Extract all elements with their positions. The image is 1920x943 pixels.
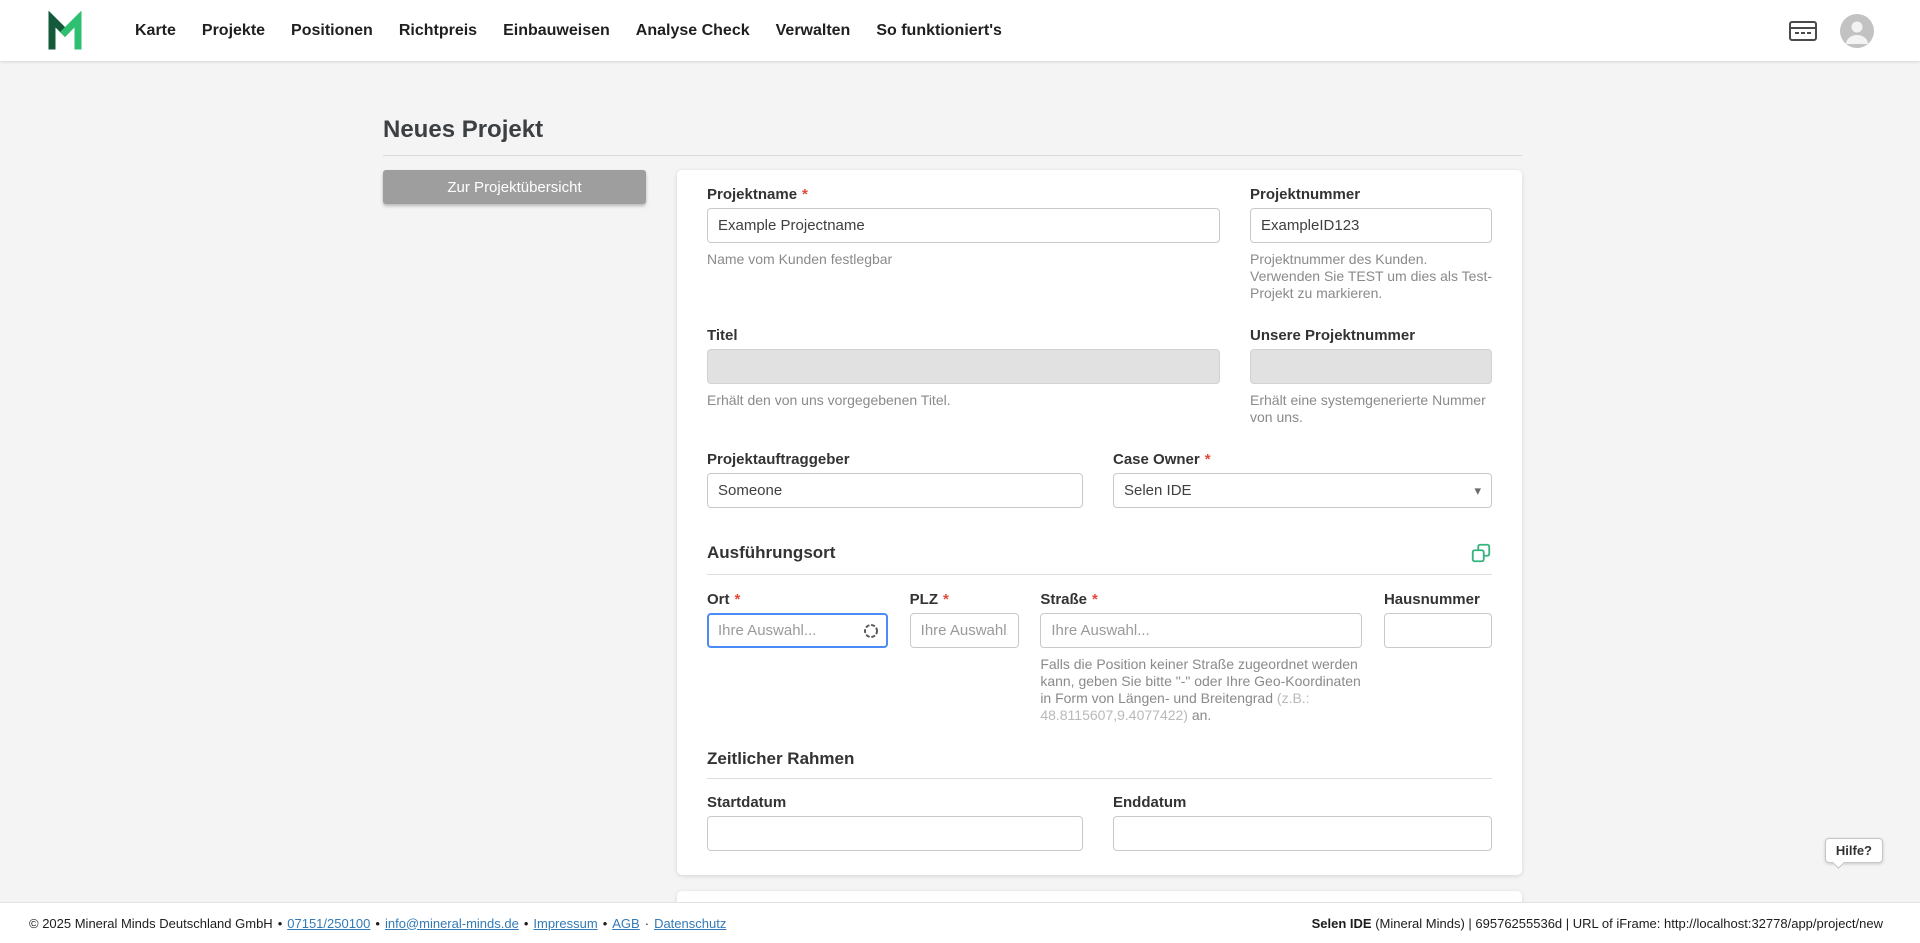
projektnummer-hint: Projektnummer des Kunden. Verwenden Sie …: [1250, 251, 1493, 301]
phone-link[interactable]: 07151/250100: [287, 916, 370, 931]
nav-item-richtpreis[interactable]: Richtpreis: [399, 22, 477, 40]
footer: © 2025 Mineral Minds Deutschland GmbH • 07…: [0, 902, 1920, 943]
titel-input: [707, 349, 1220, 384]
loading-spinner-icon: [864, 623, 878, 638]
next-card-peek: [677, 891, 1522, 902]
unsere-projektnummer-hint: Erhält eine systemgenerierte Nummer von …: [1250, 392, 1486, 425]
projektname-field: Projektname* Name vom Kunden festlegbar: [707, 186, 1220, 268]
required-asterisk: *: [734, 591, 741, 608]
hausnummer-input[interactable]: [1383, 613, 1492, 648]
top-navbar: Karte Projekte Positionen Richtpreis Ein…: [0, 0, 1920, 61]
unsere-projektnummer-field: Unsere Projektnummer Erhält eine systemg…: [1250, 327, 1492, 426]
hausnummer-label: Hausnummer: [1383, 591, 1480, 608]
nav-item-so-funktionierts[interactable]: So funktioniert's: [876, 22, 1002, 40]
ort-input[interactable]: [707, 613, 888, 648]
projektauftraggeber-label: Projektauftraggeber: [707, 451, 850, 468]
enddatum-input[interactable]: [1113, 816, 1492, 851]
user-avatar[interactable]: [1840, 13, 1874, 48]
case-owner-field: Case Owner * Selen IDE ▾: [1113, 451, 1492, 508]
title-divider: [383, 155, 1522, 156]
chevron-down-icon: ▾: [1474, 483, 1481, 498]
project-form-card: Projektname* Name vom Kunden festlegbar …: [677, 170, 1522, 875]
required-asterisk: *: [943, 591, 949, 608]
ort-field: Ort *: [707, 591, 888, 648]
projektauftraggeber-input[interactable]: [707, 473, 1083, 508]
keyboard-icon[interactable]: [1788, 19, 1818, 43]
project-overview-button[interactable]: Zur Projektübersicht: [383, 170, 646, 204]
unsere-projektnummer-label: Unsere Projektnummer: [1250, 327, 1416, 344]
projektnummer-label: Projektnummer: [1250, 186, 1361, 203]
projektname-hint: Name vom Kunden festlegbar: [707, 251, 893, 267]
titel-hint: Erhält den von uns vorgegebenen Titel.: [707, 392, 951, 408]
page-title: Neues Projekt: [383, 116, 544, 143]
zeitlicher-rahmen-title: Zeitlicher Rahmen: [707, 749, 855, 768]
footer-right: Selen IDE (Mineral Minds) | 69576255536d…: [1312, 916, 1883, 931]
startdatum-field: Startdatum: [707, 794, 1083, 851]
nav-item-karte[interactable]: Karte: [135, 22, 176, 40]
case-owner-value: Selen IDE: [1124, 482, 1192, 499]
navbar-right: [1788, 13, 1920, 48]
required-asterisk: *: [1092, 591, 1098, 608]
copy-icon[interactable]: [1470, 542, 1492, 564]
projektauftraggeber-field: Projektauftraggeber: [707, 451, 1083, 508]
app-logo[interactable]: [45, 10, 85, 51]
footer-left: © 2025 Mineral Minds Deutschland GmbH • 07…: [29, 915, 727, 931]
startdatum-input[interactable]: [707, 816, 1083, 851]
help-button[interactable]: Hilfe?: [1824, 838, 1883, 863]
projektnummer-input[interactable]: [1250, 208, 1492, 243]
copyright-text: © 2025 Mineral Minds Deutschland GmbH: [29, 915, 273, 931]
nav-item-verwalten[interactable]: Verwalten: [776, 22, 851, 40]
email-link[interactable]: info@mineral-minds.de: [385, 916, 519, 931]
main-nav: Karte Projekte Positionen Richtpreis Ein…: [135, 22, 1002, 40]
titel-label: Titel: [707, 327, 738, 344]
session-info: (Mineral Minds) | 69576255536d | URL of …: [1371, 915, 1883, 931]
logo-m-icon: [48, 10, 82, 49]
left-column: Zur Projektübersicht: [383, 170, 646, 204]
nav-item-einbauweisen[interactable]: Einbauweisen: [503, 22, 610, 40]
strasse-hint: Falls die Position keiner Straße zugeord…: [1040, 656, 1361, 723]
startdatum-label: Startdatum: [707, 794, 787, 811]
case-owner-select[interactable]: Selen IDE ▾: [1113, 473, 1492, 508]
unsere-projektnummer-input: [1250, 349, 1492, 384]
case-owner-label: Case Owner *: [1113, 451, 1211, 468]
agb-link[interactable]: AGB: [612, 916, 639, 931]
zeitlicher-rahmen-section-header: Zeitlicher Rahmen: [707, 750, 1492, 768]
enddatum-label: Enddatum: [1113, 794, 1187, 811]
plz-field: PLZ *: [909, 591, 1019, 648]
projektname-label: Projektname *: [707, 186, 808, 203]
plz-input[interactable]: [909, 613, 1019, 648]
projektnummer-field: Projektnummer Projektnummer des Kunden. …: [1250, 186, 1492, 302]
ort-label: Ort *: [707, 591, 741, 608]
plz-label: PLZ *: [909, 591, 949, 608]
session-user: Selen IDE: [1311, 915, 1372, 931]
ausfuehrungsort-section-header: Ausführungsort: [707, 542, 1492, 564]
projektname-input[interactable]: [707, 208, 1220, 243]
enddatum-field: Enddatum: [1113, 794, 1492, 851]
help-label: Hilfe?: [1835, 843, 1872, 858]
strasse-label: Straße *: [1040, 591, 1098, 608]
main-area: Neues Projekt Zur Projektübersicht Proje…: [0, 61, 1920, 902]
required-asterisk: *: [1204, 451, 1211, 468]
strasse-input[interactable]: [1040, 613, 1363, 648]
nav-item-projekte[interactable]: Projekte: [202, 22, 265, 40]
required-asterisk: *: [802, 186, 808, 203]
ausfuehrungsort-title: Ausführungsort: [707, 543, 836, 562]
titel-field: Titel Erhält den von uns vorgegebenen Ti…: [707, 327, 1220, 409]
zeitlicher-rahmen-divider: [707, 778, 1492, 779]
nav-item-analyse-check[interactable]: Analyse Check: [636, 22, 750, 40]
strasse-field: Straße* Falls die Position keiner Straße…: [1040, 591, 1363, 724]
impressum-link[interactable]: Impressum: [533, 916, 597, 931]
nav-item-positionen[interactable]: Positionen: [291, 22, 373, 40]
hausnummer-field: Hausnummer: [1383, 591, 1492, 648]
datenschutz-link[interactable]: Datenschutz: [654, 916, 726, 931]
ausfuehrungsort-divider: [707, 574, 1492, 575]
